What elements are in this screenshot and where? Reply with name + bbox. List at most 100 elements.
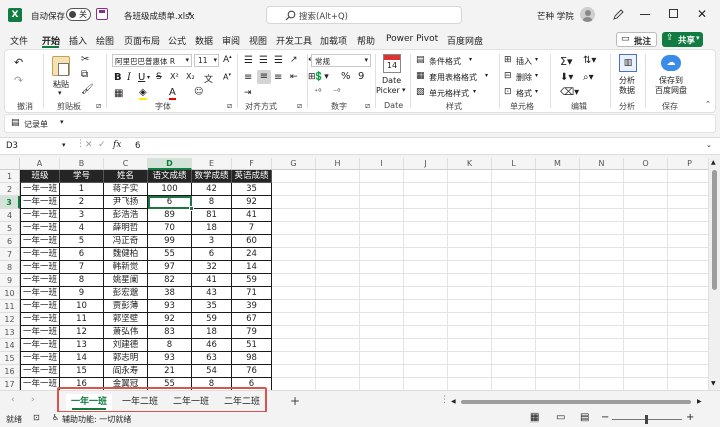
tab-split-handle[interactable]: ⋮ [440,395,449,405]
table-cell[interactable]: 韩新觉 [104,261,148,274]
table-cell[interactable]: 9 [60,287,104,300]
table-cell[interactable]: 郭志明 [104,352,148,365]
table-cell[interactable]: 82 [148,274,192,287]
recorder-button[interactable]: 记录单 [24,119,48,130]
row-header[interactable]: 17 [0,378,20,390]
vertical-scrollbar[interactable]: ▲ ▼ [708,158,720,390]
date-picker-label-1[interactable]: Date [382,76,401,85]
formula-value[interactable]: 6 [135,141,140,151]
format-icon[interactable]: ⊡ [504,87,512,97]
name-box-chevron-icon[interactable]: ▾ [62,141,66,149]
insert-label[interactable]: 插入 [516,56,532,67]
table-cell[interactable]: 8 [60,274,104,287]
row-header[interactable]: 7 [0,248,20,261]
row-header[interactable]: 11 [0,300,20,313]
table-cell[interactable]: 71 [232,287,272,300]
indent-icon[interactable]: ⇤ [290,72,298,82]
row-header[interactable]: 15 [0,352,20,365]
table-cell[interactable]: 萧弘伟 [104,326,148,339]
clipboard-launcher-icon[interactable]: ⧄ [96,101,101,111]
table-cell[interactable]: 7 [60,261,104,274]
menu-item-help[interactable]: 帮助 [357,34,375,47]
scroll-right-icon[interactable]: ▶ [697,398,702,405]
table-cell[interactable]: 32 [192,261,232,274]
vertical-scroll-thumb[interactable] [712,170,717,290]
column-header[interactable]: H [316,158,360,170]
column-header[interactable]: P [668,158,708,170]
redo-icon[interactable]: ↷ [14,74,23,87]
table-cell[interactable]: 3 [60,209,104,222]
table-format-chevron-icon[interactable]: ▾ [485,72,488,79]
table-cell[interactable]: 1 [60,183,104,196]
shrink-font-icon[interactable]: A▾ [223,72,231,82]
align-center-icon[interactable]: ≡ [257,70,271,84]
horizontal-scrollbar[interactable]: ◀ ▶ [451,397,707,407]
align-bottom-icon[interactable]: ☰ [274,55,283,66]
selected-cell[interactable]: 6 [148,196,192,209]
analyze-data-icon[interactable]: ▥ [619,54,637,72]
menu-item-draw[interactable]: 绘图 [96,34,114,47]
table-cell[interactable]: 贾彭薄 [104,300,148,313]
table-cell[interactable]: 一年一班 [20,352,60,365]
row-header[interactable]: 3 [0,196,20,209]
sort-filter-icon[interactable]: ⇅▾ [583,55,596,66]
cell-style-label[interactable]: 单元格样式 [429,88,469,99]
table-cell[interactable]: 5 [60,235,104,248]
autosum-icon[interactable]: Σ▾ [560,55,572,68]
alignment-launcher-icon[interactable]: ⧄ [297,101,302,111]
table-cell[interactable]: 100 [148,183,192,196]
find-select-icon[interactable]: ⌕▾ [583,72,594,83]
page-layout-view-icon[interactable]: ▭ [556,412,565,423]
menu-item-formulas[interactable]: 公式 [168,34,186,47]
avatar[interactable] [580,7,595,22]
table-cell[interactable]: 67 [232,313,272,326]
horizontal-scroll-thumb[interactable] [461,400,691,404]
more-icon[interactable]: ⋮ [76,139,85,149]
number-launcher-icon[interactable]: ⧄ [365,101,370,111]
ribbon-collapse-icon[interactable]: ⌃ [705,100,711,108]
calendar-icon[interactable]: 14 [383,54,401,73]
column-header[interactable]: E [192,158,232,170]
font-color-icon[interactable]: A [169,87,176,100]
table-cell[interactable]: 魏健柏 [104,248,148,261]
table-cell[interactable]: 35 [192,300,232,313]
row-header[interactable]: 5 [0,222,20,235]
tab-sheet-3[interactable]: 二年一班 [168,394,214,411]
decrease-decimal-icon[interactable]: ⁻⁰ [333,87,340,96]
column-header[interactable]: C [104,158,148,170]
table-cell[interactable]: 38 [148,287,192,300]
increase-decimal-icon[interactable]: ⁺⁰ [314,87,321,96]
insert-icon[interactable]: ⊞ [504,55,512,65]
table-cell[interactable]: 薛明哲 [104,222,148,235]
tab-sheet-4[interactable]: 二年二班 [219,394,265,411]
zoom-out-icon[interactable]: − [601,412,609,423]
table-cell[interactable]: 4 [60,222,104,235]
table-cell[interactable]: 99 [148,235,192,248]
table-cell[interactable]: 阎永寿 [104,365,148,378]
superscript-icon[interactable]: X² [170,72,179,81]
pen-icon[interactable] [613,9,624,20]
menu-item-review[interactable]: 审阅 [222,34,240,47]
cut-icon[interactable]: ✂ [81,54,89,65]
table-cell[interactable]: 14 [232,261,272,274]
table-cell[interactable]: 尹飞扬 [104,196,148,209]
table-cell[interactable]: 60 [232,235,272,248]
bold-button[interactable]: B [114,72,122,83]
table-cell[interactable]: 98 [232,352,272,365]
align-left-icon[interactable]: ≡ [244,72,252,83]
table-cell[interactable]: 一年一班 [20,339,60,352]
cell-style-icon[interactable]: ▨ [416,87,425,97]
scroll-down-icon[interactable]: ▼ [711,380,716,387]
select-all-corner[interactable] [0,158,20,170]
fill-handle[interactable] [189,206,194,211]
table-cell[interactable]: 35 [232,183,272,196]
table-cell[interactable]: 93 [148,352,192,365]
menu-item-data[interactable]: 数据 [195,34,213,47]
insert-chevron-icon[interactable]: ▾ [535,56,538,63]
table-cell[interactable]: 59 [232,274,272,287]
font-launcher-icon[interactable]: ⧄ [227,101,232,111]
table-cell[interactable]: 18 [192,222,232,235]
format-painter-icon[interactable]: 🖌 [81,84,94,95]
cell-style-chevron-icon[interactable]: ▾ [473,88,476,95]
clear-icon[interactable]: ⌫▾ [560,87,579,98]
